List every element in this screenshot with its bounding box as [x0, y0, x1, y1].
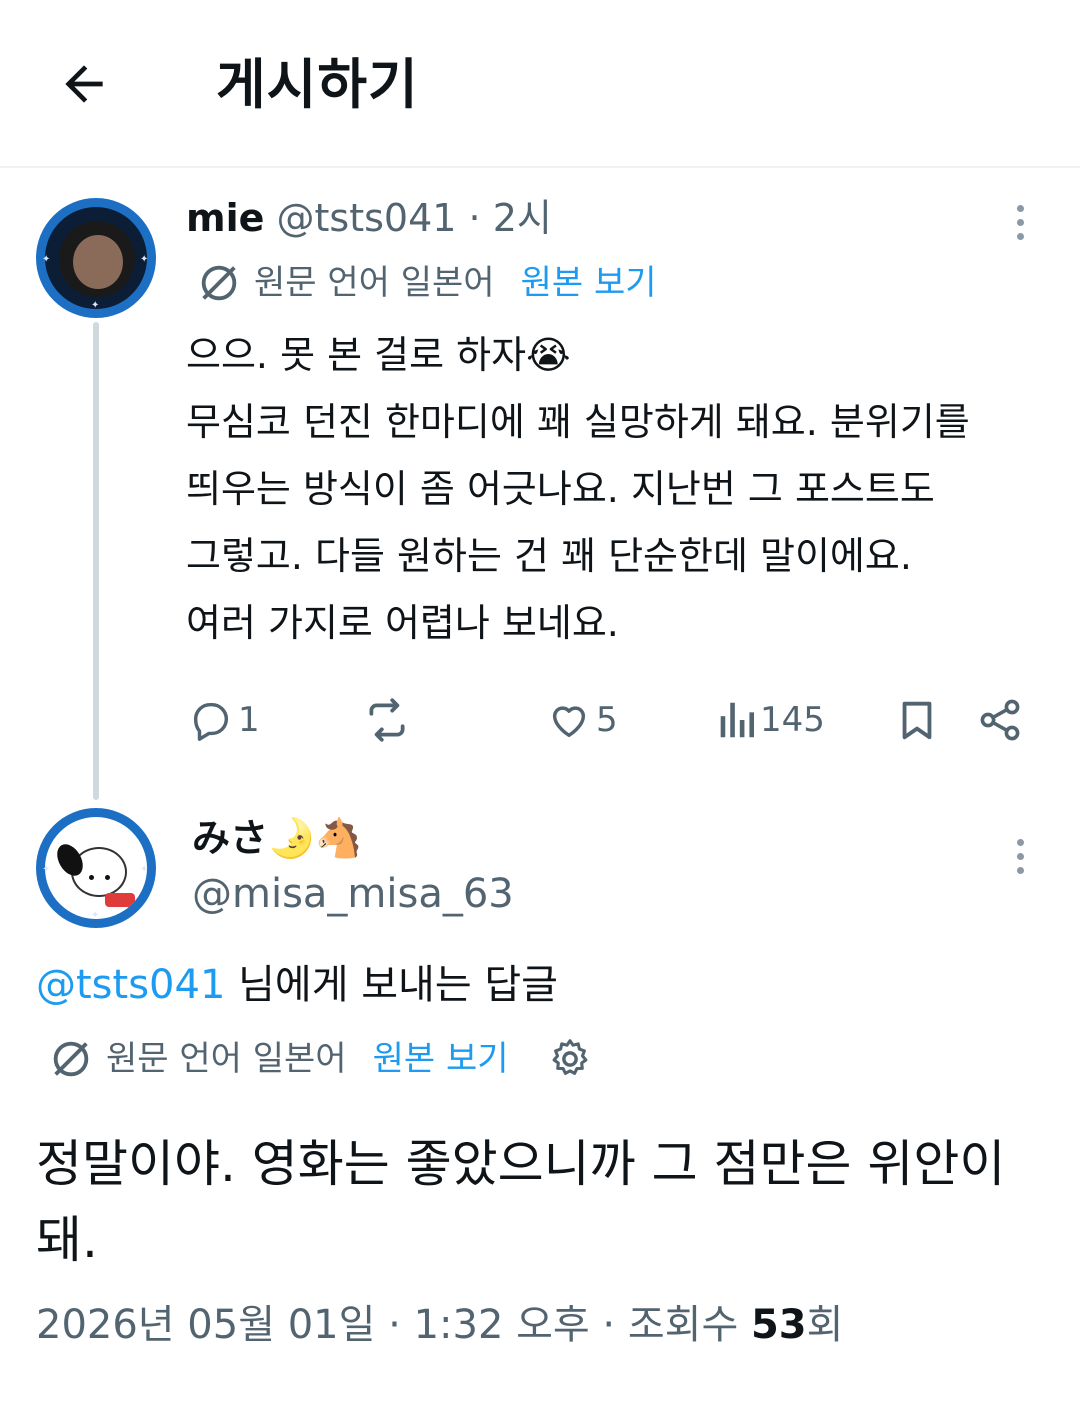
- bookmark-button[interactable]: [894, 690, 940, 750]
- like-count: 5: [596, 700, 618, 740]
- more-icon: [1016, 204, 1024, 212]
- reply-post-handle-row: @misa_misa_63: [192, 870, 514, 918]
- parent-post-text: 으으. 못 본 걸로 하자😭 무심코 던진 한마디에 꽤 실망하게 돼요. 분위…: [186, 322, 1056, 657]
- post-text-line: 여러 가지로 어렵나 보네요.: [186, 601, 619, 645]
- post-text-line: 그렇고. 다들 원하는 건 꽤 단순한데 말이에요.: [186, 534, 912, 578]
- parent-post-header: mie @tsts041 · 2시: [186, 194, 552, 242]
- view-count-suffix: 회: [806, 1302, 844, 1348]
- post-text-line: 정말이야. 영화는 좋았으니까 그 점만은 위안이: [36, 1135, 1006, 1193]
- display-name[interactable]: mie: [186, 196, 264, 240]
- views-button[interactable]: 145: [716, 690, 825, 750]
- avatar-misa[interactable]: ✦ ✦ ✦: [36, 808, 156, 928]
- reply-post-text: 정말이야. 영화는 좋았으니까 그 점만은 위안이 돼.: [36, 1126, 1046, 1278]
- translate-icon: [53, 1041, 89, 1077]
- reply-button[interactable]: 1: [188, 690, 260, 750]
- more-icon: [1016, 838, 1024, 846]
- settings-gear-icon[interactable]: [547, 1036, 593, 1082]
- back-button[interactable]: [50, 50, 118, 118]
- reply-count: 1: [238, 700, 260, 740]
- page-title: 게시하기: [216, 53, 419, 116]
- views-icon: [720, 702, 755, 738]
- more-options-button[interactable]: [996, 824, 1044, 888]
- replying-to: @tsts041 님에게 보내는 답글: [36, 960, 558, 1010]
- back-arrow-icon: [65, 65, 103, 103]
- translation-label: 원문 언어 일본어: [106, 1039, 347, 1079]
- reply-to-label: 님에게 보내는 답글: [225, 962, 558, 1008]
- view-count: 53: [750, 1302, 807, 1348]
- like-icon: [552, 706, 586, 738]
- view-original-link[interactable]: 원본 보기: [373, 1037, 509, 1081]
- post-meta: 2026년 05월 01일 · 1:32 오후 · 조회수 53회: [36, 1300, 843, 1350]
- reply-post-header: みさ🌛🐴: [192, 814, 363, 862]
- repost-icon: [369, 698, 405, 742]
- repost-button[interactable]: [362, 690, 412, 750]
- more-options-button[interactable]: [996, 190, 1044, 254]
- like-button[interactable]: 5: [546, 690, 618, 750]
- bookmark-icon: [902, 701, 932, 740]
- translation-notice: 원문 언어 일본어 원본 보기: [196, 260, 657, 306]
- post-text-line: 으으. 못 본 걸로 하자😭: [186, 333, 571, 377]
- share-button[interactable]: [976, 690, 1024, 750]
- display-name[interactable]: みさ🌛🐴: [192, 816, 363, 860]
- post-text-line: 돼.: [36, 1211, 98, 1269]
- view-count: 145: [760, 700, 825, 740]
- translate-icon: [201, 265, 237, 301]
- post-time[interactable]: · 2시: [469, 196, 552, 240]
- action-bar: 1 5 145: [0, 690, 1080, 750]
- top-bar: 게시하기: [0, 0, 1080, 168]
- user-handle[interactable]: @misa_misa_63: [192, 871, 514, 917]
- view-original-link[interactable]: 원본 보기: [521, 261, 657, 305]
- avatar-mie[interactable]: ✦ ✦ ✦: [36, 198, 156, 318]
- post-text-line: 띄우는 방식이 좀 어긋나요. 지난번 그 포스트도: [186, 467, 935, 511]
- translation-label: 원문 언어 일본어: [254, 263, 495, 303]
- reply-icon: [193, 702, 229, 741]
- post-timestamp[interactable]: 2026년 05월 01일 · 1:32 오후 · 조회수: [36, 1302, 751, 1348]
- translation-notice: 원문 언어 일본어 원본 보기: [48, 1036, 593, 1082]
- reply-to-mention[interactable]: @tsts041: [36, 962, 225, 1008]
- user-handle[interactable]: @tsts041: [277, 196, 457, 240]
- share-icon: [980, 699, 1020, 741]
- post-text-line: 무심코 던진 한마디에 꽤 실망하게 돼요. 분위기를: [186, 400, 970, 444]
